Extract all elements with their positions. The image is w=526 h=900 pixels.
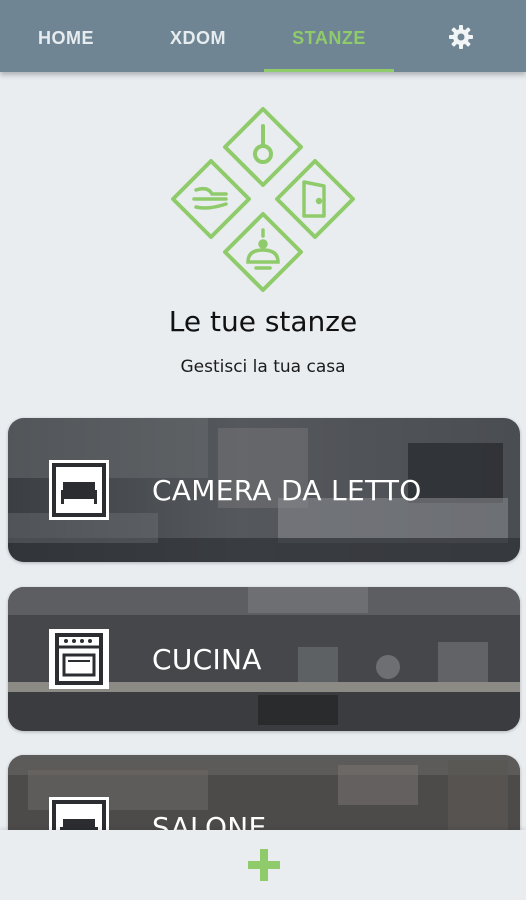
bottom-bar (0, 830, 526, 900)
tab-xdom[interactable]: XDOM (148, 0, 248, 72)
door-icon (302, 180, 326, 218)
page-subtitle: Gestisci la tua casa (180, 357, 346, 377)
room-label: SALONE (152, 811, 267, 830)
rooms-scroll-area[interactable]: Le tue stanze Gestisci la tua casa CAMER… (0, 0, 526, 830)
air-conditioner-icon (192, 186, 228, 210)
room-card-camera-da-letto[interactable]: CAMERA DA LETTO (8, 418, 520, 562)
light-bulb-icon (246, 228, 280, 270)
bed-icon (49, 460, 109, 520)
oven-icon (49, 629, 109, 689)
room-label: CUCINA (152, 643, 262, 676)
rooms-logo (171, 107, 355, 292)
tab-stanze[interactable]: STANZE (264, 0, 394, 72)
sofa-icon (49, 797, 109, 830)
room-label: CAMERA DA LETTO (152, 474, 422, 507)
room-card-salone[interactable]: SALONE (8, 755, 520, 830)
thermometer-icon (253, 124, 273, 164)
active-tab-indicator (264, 69, 394, 72)
top-tab-bar: HOME XDOM STANZE (0, 0, 526, 72)
plus-icon[interactable] (246, 847, 282, 883)
gear-icon[interactable] (448, 24, 474, 50)
tab-home[interactable]: HOME (16, 0, 116, 72)
page-title: Le tue stanze (168, 305, 358, 338)
room-card-cucina[interactable]: CUCINA (8, 587, 520, 731)
